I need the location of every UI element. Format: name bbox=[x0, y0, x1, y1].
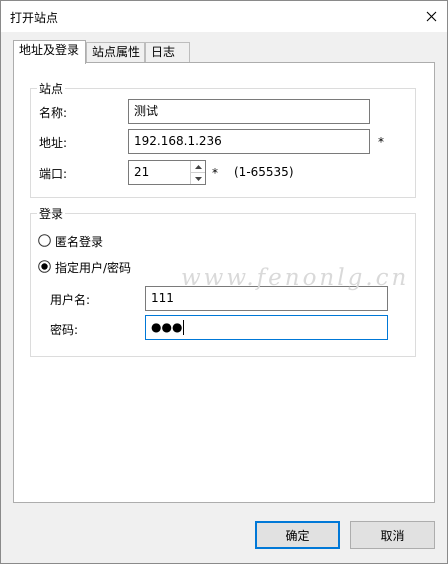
password-input[interactable]: ●●● bbox=[145, 315, 388, 340]
window-title: 打开站点 bbox=[10, 11, 59, 25]
specified-user-option[interactable]: 指定用户/密码 bbox=[55, 259, 131, 276]
close-icon bbox=[426, 11, 437, 22]
site-group: 站点 名称: 测试 地址: 192.168.1.236 * 端口: 21 * (… bbox=[30, 80, 416, 198]
radio-unchecked-icon[interactable] bbox=[38, 234, 51, 247]
port-spin-down-button[interactable] bbox=[190, 172, 205, 184]
anonymous-login-option[interactable]: 匿名登录 bbox=[55, 233, 103, 250]
tab-site-properties[interactable]: 站点属性 bbox=[86, 42, 145, 63]
username-label: 用户名: bbox=[50, 293, 91, 307]
ok-button[interactable]: 确定 bbox=[255, 521, 340, 549]
cancel-button[interactable]: 取消 bbox=[350, 521, 435, 549]
text-caret bbox=[183, 320, 185, 335]
port-spin-up-button[interactable] bbox=[190, 161, 205, 172]
username-input[interactable]: 111 bbox=[145, 286, 388, 311]
tab-log[interactable]: 日志 bbox=[145, 42, 190, 63]
address-label: 地址: bbox=[39, 136, 68, 150]
login-group: 登录 匿名登录 指定用户/密码 用户名: 111 密码: ●●● bbox=[30, 205, 416, 357]
port-label: 端口: bbox=[39, 167, 68, 181]
spin-down-icon bbox=[194, 176, 202, 181]
site-group-legend: 站点 bbox=[37, 80, 66, 97]
name-input[interactable]: 测试 bbox=[128, 99, 370, 124]
tab-address-login[interactable]: 地址及登录 bbox=[13, 40, 86, 64]
name-label: 名称: bbox=[39, 106, 68, 120]
close-button[interactable] bbox=[418, 3, 445, 30]
title-bar: 打开站点 bbox=[1, 1, 447, 32]
password-label: 密码: bbox=[50, 323, 79, 337]
tab-panel-address-login: 站点 名称: 测试 地址: 192.168.1.236 * 端口: 21 * (… bbox=[13, 62, 435, 503]
address-required-mark: * bbox=[378, 135, 384, 149]
spin-up-icon bbox=[194, 164, 202, 169]
open-site-dialog: 打开站点 地址及登录 站点属性 日志 站点 名称: 测试 地址: 192.168… bbox=[0, 0, 448, 564]
login-group-legend: 登录 bbox=[37, 205, 66, 222]
port-range-hint: (1-65535) bbox=[234, 165, 294, 179]
port-required-mark: * bbox=[212, 166, 218, 180]
address-input[interactable]: 192.168.1.236 bbox=[128, 129, 370, 154]
radio-checked-icon[interactable] bbox=[38, 260, 51, 273]
password-mask: ●●● bbox=[151, 320, 183, 334]
